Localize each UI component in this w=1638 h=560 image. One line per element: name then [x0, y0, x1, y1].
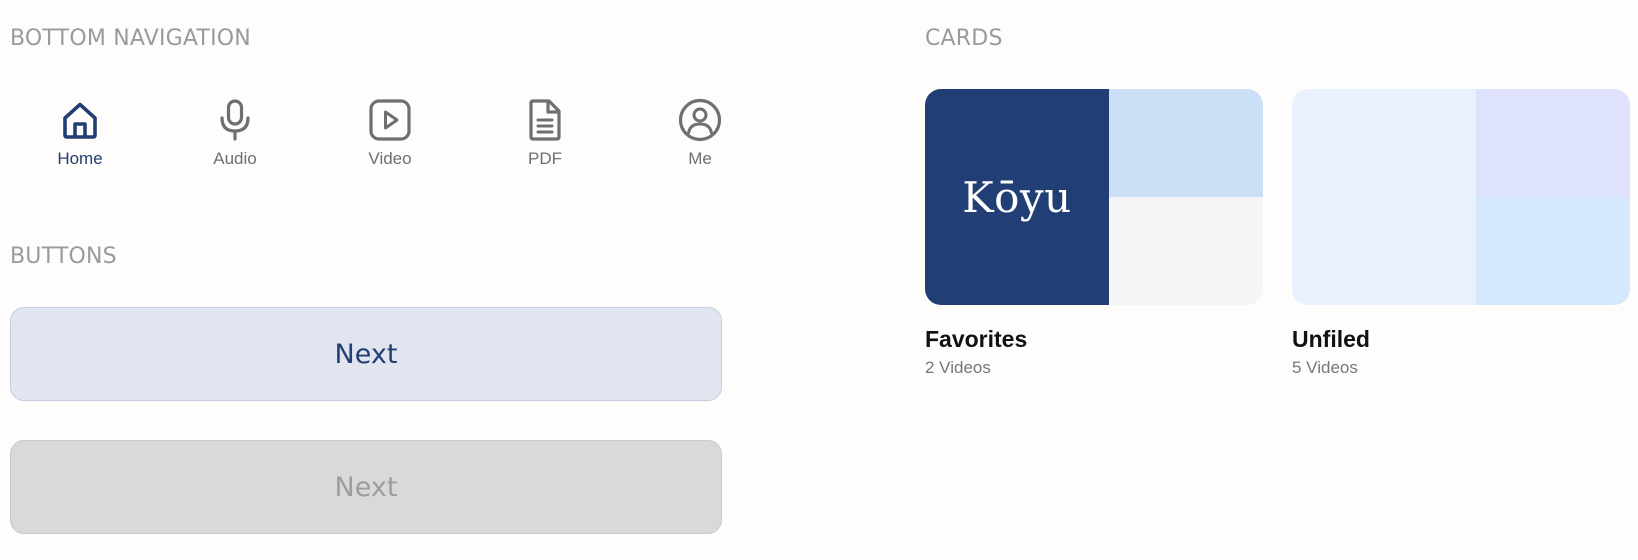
thumbnail-bottom-right	[1476, 197, 1630, 305]
thumbnail-top-right	[1476, 89, 1630, 197]
koyu-logo: Kōyu	[962, 172, 1072, 222]
card-favorites[interactable]: Kōyu Favorites 2 Videos	[925, 89, 1263, 378]
section-heading-cards: CARDS	[925, 26, 1003, 51]
card-unfiled[interactable]: Unfiled 5 Videos	[1292, 89, 1630, 378]
card-title: Unfiled	[1292, 326, 1370, 352]
card-subtitle: 2 Videos	[925, 358, 991, 377]
nav-label-home: Home	[57, 149, 103, 168]
card-thumbnail-mosaic: Kōyu	[925, 89, 1263, 305]
card-thumbnail-mosaic	[1292, 89, 1630, 305]
user-icon	[678, 98, 722, 142]
next-button-disabled: Next	[10, 440, 722, 534]
section-heading-bottom-navigation: BOTTOM NAVIGATION	[10, 26, 251, 51]
nav-item-me[interactable]: Me	[640, 96, 760, 172]
home-icon	[63, 102, 97, 139]
bottom-navigation: Home Audio Video PDF Me	[0, 96, 740, 176]
thumbnail-main	[1292, 89, 1476, 305]
card-title: Favorites	[925, 326, 1028, 352]
section-heading-buttons: BUTTONS	[10, 244, 117, 269]
document-icon	[529, 99, 561, 141]
play-icon	[369, 99, 411, 141]
thumbnail-top-right	[1109, 89, 1263, 197]
nav-item-home[interactable]: Home	[20, 96, 140, 172]
card-subtitle: 5 Videos	[1292, 358, 1358, 377]
nav-item-video[interactable]: Video	[330, 96, 450, 172]
nav-label-pdf: PDF	[528, 149, 562, 168]
thumbnail-bottom-right	[1109, 197, 1263, 305]
next-button[interactable]: Next	[10, 307, 722, 401]
nav-item-pdf[interactable]: PDF	[485, 96, 605, 172]
nav-label-audio: Audio	[213, 149, 257, 168]
nav-label-video: Video	[368, 149, 412, 168]
nav-label-me: Me	[688, 149, 712, 168]
microphone-icon	[220, 99, 250, 141]
nav-item-audio[interactable]: Audio	[175, 96, 295, 172]
